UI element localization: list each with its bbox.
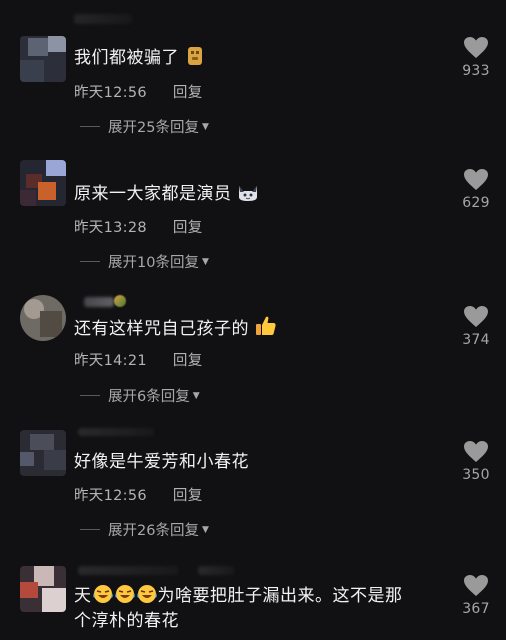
heart-icon (464, 306, 488, 327)
comment-meta: 昨天13:28 回复 (74, 216, 203, 237)
username-blurred (74, 14, 132, 24)
expand-replies-label: 展开10条回复 (108, 255, 199, 271)
thumbs-up-emoji-icon (255, 315, 277, 345)
reply-button[interactable]: 回复 (173, 488, 203, 504)
caret-down-icon: ▼ (201, 524, 209, 535)
avatar[interactable] (20, 430, 66, 476)
like-count: 367 (462, 601, 490, 617)
comment-text: 还有这样咒自己孩子的 (74, 315, 277, 345)
reply-button[interactable]: 回复 (173, 220, 203, 236)
comment-meta: 昨天12:56 回复 (74, 484, 203, 505)
expand-replies[interactable]: 展开10条回复 ▼ (80, 251, 209, 272)
avatar[interactable] (20, 36, 66, 82)
laughing-crying-emoji-icon (92, 584, 114, 612)
like-count: 374 (462, 332, 490, 348)
avatar[interactable] (20, 160, 66, 206)
like-count: 629 (462, 195, 490, 211)
username-blurred (84, 297, 114, 307)
like-button[interactable]: 350 (458, 440, 494, 483)
caret-down-icon: ▼ (201, 121, 209, 132)
username-blurred (78, 428, 154, 436)
expand-replies-label: 展开25条回复 (108, 120, 199, 136)
timestamp: 昨天12:56 (74, 488, 147, 504)
reply-button[interactable]: 回复 (173, 353, 203, 369)
timestamp: 昨天14:21 (74, 353, 147, 369)
avatar[interactable] (20, 295, 66, 341)
like-button[interactable]: 629 (458, 168, 494, 211)
expand-replies[interactable]: 展开26条回复 ▼ (80, 519, 209, 540)
username-blurred (198, 566, 234, 575)
expand-replies[interactable]: 展开25条回复 ▼ (80, 116, 209, 137)
cat-face-emoji-icon (237, 182, 259, 210)
laughing-crying-emoji-icon (136, 584, 158, 612)
comment-text-line-2: 个淳朴的春花 (74, 611, 179, 631)
username-avatar-dot-icon (114, 295, 126, 307)
heart-icon (464, 37, 488, 58)
reply-button[interactable]: 回复 (173, 85, 203, 101)
expand-replies[interactable]: 展开6条回复 ▼ (80, 385, 200, 406)
like-button[interactable]: 374 (458, 305, 494, 348)
like-button[interactable]: 933 (458, 36, 494, 79)
comment-text: 我们都被骗了 (74, 46, 205, 74)
timestamp: 昨天13:28 (74, 220, 147, 236)
username-blurred (78, 566, 178, 575)
caret-down-icon: ▼ (201, 256, 209, 267)
comment-meta: 昨天12:56 回复 (74, 81, 203, 102)
avatar[interactable] (20, 566, 66, 612)
comment-meta: 昨天14:21 回复 (74, 349, 203, 370)
caret-down-icon: ▼ (192, 390, 200, 401)
doge-emoji-icon (185, 46, 205, 74)
like-button[interactable]: 367 (458, 574, 494, 617)
comment-text: 原来一大家都是演员 (74, 182, 259, 210)
heart-icon (464, 169, 488, 190)
timestamp: 昨天12:56 (74, 85, 147, 101)
heart-icon (464, 441, 488, 462)
expand-replies-label: 展开26条回复 (108, 523, 199, 539)
like-count: 350 (462, 467, 490, 483)
comment-text: 天为啥要把肚子漏出来。这不是那 (74, 584, 403, 612)
expand-replies-label: 展开6条回复 (108, 389, 190, 405)
like-count: 933 (462, 63, 490, 79)
comment-text: 好像是牛爱芳和小春花 (74, 452, 249, 472)
heart-icon (464, 575, 488, 596)
laughing-crying-emoji-icon (114, 584, 136, 612)
